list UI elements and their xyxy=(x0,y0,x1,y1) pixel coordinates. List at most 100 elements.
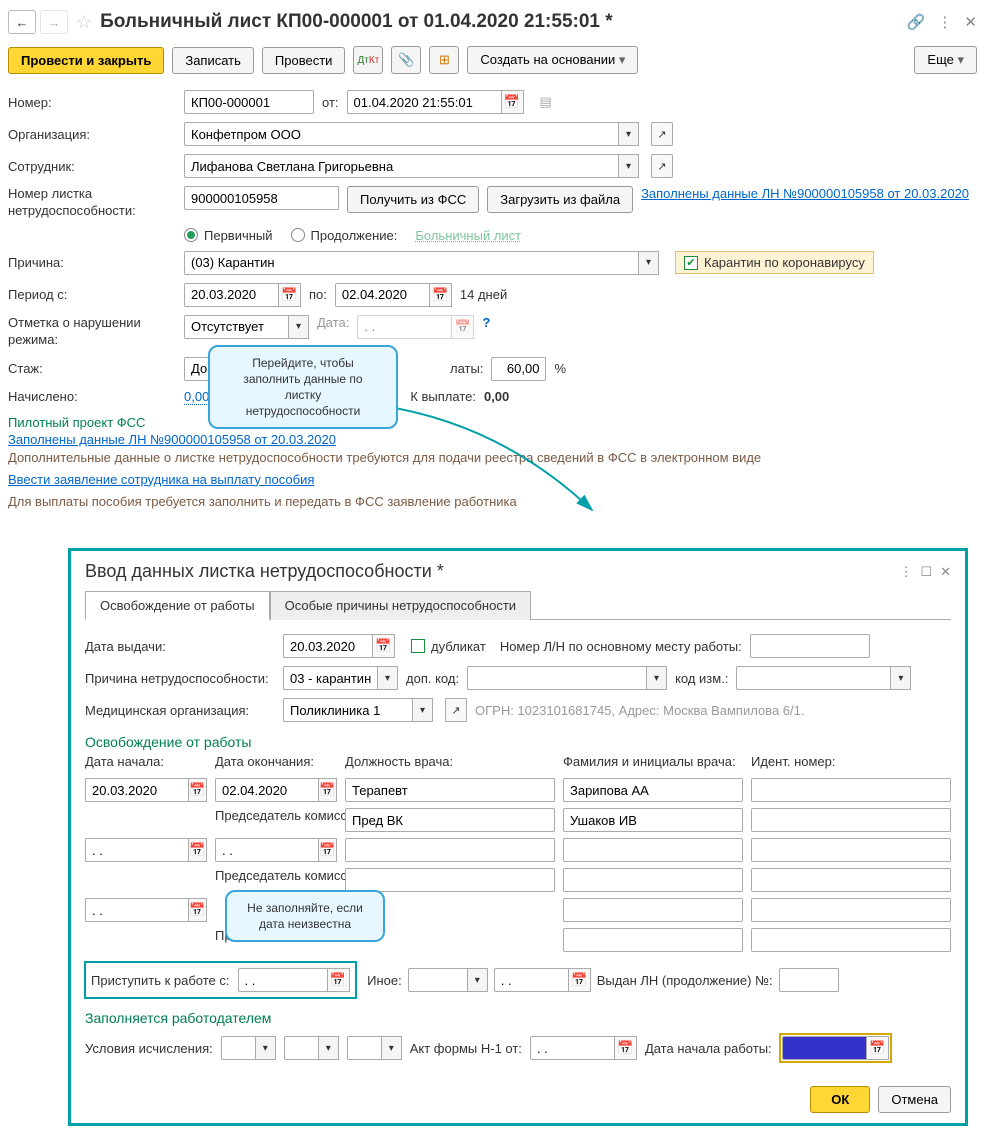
link-icon[interactable]: 🔗 xyxy=(907,13,926,31)
forward-button[interactable]: → xyxy=(40,10,68,34)
calc-cond-1[interactable] xyxy=(221,1036,256,1060)
cancel-button[interactable]: Отмена xyxy=(878,1086,951,1113)
dropdown-icon[interactable]: ▾ xyxy=(891,666,911,690)
maximize-icon[interactable]: ☐ xyxy=(920,564,932,580)
issue-date-input[interactable] xyxy=(283,634,373,658)
row1-start-date[interactable] xyxy=(85,778,189,802)
row2-chairman-ident[interactable] xyxy=(751,868,951,892)
calendar-icon[interactable]: 📅 xyxy=(189,838,207,862)
add-code-input[interactable] xyxy=(467,666,647,690)
dropdown-icon[interactable]: ▾ xyxy=(639,251,659,275)
other-date-input[interactable] xyxy=(494,968,569,992)
open-icon[interactable]: ↗ xyxy=(651,122,673,146)
row3-chairman-fio[interactable] xyxy=(563,928,743,952)
issued-cont-input[interactable] xyxy=(779,968,839,992)
row3-doctor-fio[interactable] xyxy=(563,898,743,922)
calendar-icon[interactable]: 📅 xyxy=(615,1036,637,1060)
row2-ident[interactable] xyxy=(751,838,951,862)
tab-work-release[interactable]: Освобождение от работы xyxy=(85,591,270,620)
calendar-icon[interactable]: 📅 xyxy=(189,778,207,802)
dropdown-icon[interactable]: ▾ xyxy=(619,154,639,178)
row2-doctor-pos[interactable] xyxy=(345,838,555,862)
work-start-date-input[interactable] xyxy=(782,1036,867,1060)
other-input[interactable] xyxy=(408,968,468,992)
close-icon[interactable]: ✕ xyxy=(940,564,951,580)
row3-start-date[interactable] xyxy=(85,898,189,922)
favorite-star-icon[interactable]: ☆ xyxy=(76,12,92,33)
code-change-input[interactable] xyxy=(736,666,891,690)
start-work-input[interactable] xyxy=(238,968,328,992)
primary-radio[interactable]: Первичный xyxy=(184,228,273,243)
rate-input[interactable] xyxy=(491,357,546,381)
row3-ident[interactable] xyxy=(751,898,951,922)
disability-reason-input[interactable] xyxy=(283,666,378,690)
dropdown-icon[interactable]: ▾ xyxy=(378,666,398,690)
calendar-icon[interactable]: 📅 xyxy=(373,634,395,658)
close-icon[interactable]: ✕ xyxy=(964,13,977,31)
calendar-icon[interactable]: 📅 xyxy=(279,283,301,307)
row2-chairman-fio[interactable] xyxy=(563,868,743,892)
dt-kt-icon[interactable]: ДтКт xyxy=(353,46,383,74)
calendar-icon[interactable]: 📅 xyxy=(430,283,452,307)
kebab-menu-icon[interactable]: ⋮ xyxy=(899,564,912,580)
row2-end-date[interactable] xyxy=(215,838,319,862)
calendar-icon[interactable]: 📅 xyxy=(569,968,591,992)
date-input[interactable] xyxy=(347,90,502,114)
reason-input[interactable] xyxy=(184,251,639,275)
accrued-link[interactable]: 0,00 xyxy=(184,389,209,405)
org-input[interactable] xyxy=(184,122,619,146)
ok-button[interactable]: ОК xyxy=(810,1086,870,1113)
doc-icon[interactable]: ▤ xyxy=(540,94,552,110)
open-icon[interactable]: ↗ xyxy=(651,154,673,178)
row1-doctor-pos[interactable] xyxy=(345,778,555,802)
row2-doctor-fio[interactable] xyxy=(563,838,743,862)
period-to-input[interactable] xyxy=(335,283,430,307)
calc-cond-2[interactable] xyxy=(284,1036,319,1060)
calendar-icon[interactable]: 📅 xyxy=(502,90,524,114)
attachment-icon[interactable]: 📎 xyxy=(391,46,421,74)
calc-cond-3[interactable] xyxy=(347,1036,382,1060)
kebab-menu-icon[interactable]: ⋮ xyxy=(937,13,952,31)
row3-chairman-ident[interactable] xyxy=(751,928,951,952)
save-button[interactable]: Записать xyxy=(172,47,254,74)
main-ln-input[interactable] xyxy=(750,634,870,658)
help-icon[interactable]: ? xyxy=(482,315,490,330)
covid-checkbox[interactable] xyxy=(684,256,698,270)
row2-start-date[interactable] xyxy=(85,838,189,862)
sheet-no-input[interactable] xyxy=(184,186,339,210)
create-based-on-button[interactable]: Создать на основании xyxy=(467,46,638,74)
dropdown-icon[interactable]: ▾ xyxy=(647,666,667,690)
medorg-input[interactable] xyxy=(283,698,413,722)
dropdown-icon[interactable]: ▾ xyxy=(256,1036,276,1060)
row1-end-date[interactable] xyxy=(215,778,319,802)
row1-chairman-ident[interactable] xyxy=(751,808,951,832)
calendar-icon[interactable]: 📅 xyxy=(328,968,350,992)
filled-data-link[interactable]: Заполнены данные ЛН №900000105958 от 20.… xyxy=(641,186,969,201)
back-button[interactable]: ← xyxy=(8,10,36,34)
filled-data-link-2[interactable]: Заполнены данные ЛН №900000105958 от 20.… xyxy=(8,432,336,447)
get-fss-button[interactable]: Получить из ФСС xyxy=(347,186,479,213)
employee-input[interactable] xyxy=(184,154,619,178)
row1-ident[interactable] xyxy=(751,778,951,802)
act-h1-date[interactable] xyxy=(530,1036,615,1060)
number-input[interactable] xyxy=(184,90,314,114)
post-button[interactable]: Провести xyxy=(262,47,346,74)
row1-chairman-pos[interactable] xyxy=(345,808,555,832)
tab-special-reasons[interactable]: Особые причины нетрудоспособности xyxy=(270,591,531,620)
calendar-icon[interactable]: 📅 xyxy=(189,898,207,922)
period-from-input[interactable] xyxy=(184,283,279,307)
structure-icon[interactable]: ⊞ xyxy=(429,46,459,74)
open-icon[interactable]: ↗ xyxy=(445,698,467,722)
row2-chairman-pos[interactable] xyxy=(345,868,555,892)
violation-input[interactable] xyxy=(184,315,289,339)
load-file-button[interactable]: Загрузить из файла xyxy=(487,186,633,213)
calendar-icon[interactable]: 📅 xyxy=(319,778,337,802)
application-link[interactable]: Ввести заявление сотрудника на выплату п… xyxy=(8,472,314,487)
post-and-close-button[interactable]: Провести и закрыть xyxy=(8,47,164,74)
continuation-radio[interactable]: Продолжение: xyxy=(291,228,398,243)
dropdown-icon[interactable]: ▾ xyxy=(382,1036,402,1060)
row1-doctor-fio[interactable] xyxy=(563,778,743,802)
calendar-icon[interactable]: 📅 xyxy=(867,1036,889,1060)
more-button[interactable]: Еще xyxy=(914,46,977,74)
dropdown-icon[interactable]: ▾ xyxy=(468,968,488,992)
